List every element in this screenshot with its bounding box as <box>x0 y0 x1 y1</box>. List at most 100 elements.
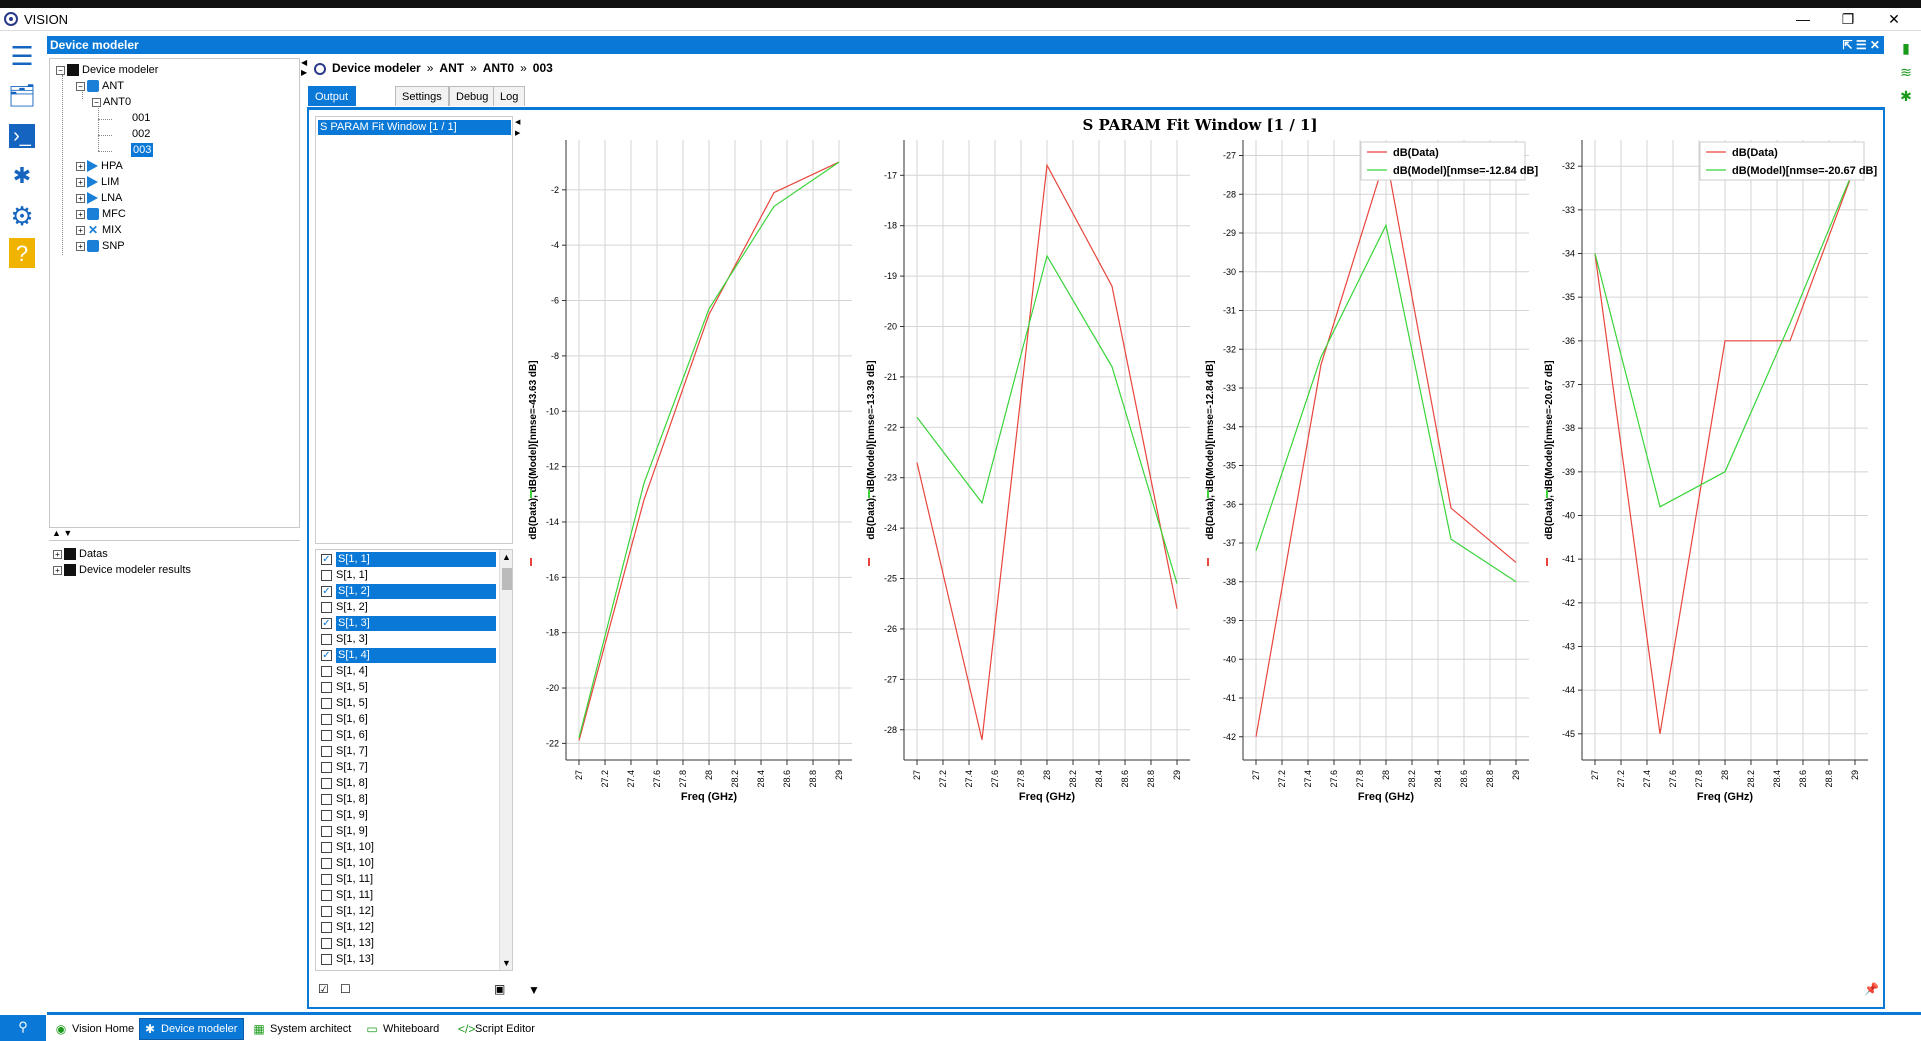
sparam-row[interactable]: S[1, 5] <box>318 696 496 711</box>
tree-node-snp[interactable]: + SNP <box>76 239 125 253</box>
checkbox-unchecked[interactable] <box>321 825 332 837</box>
sparam-row[interactable]: S[1, 13] <box>318 936 496 951</box>
network-icon[interactable]: ≋ <box>1898 64 1914 80</box>
taskbar-device-modeler[interactable]: ✱ Device modeler <box>138 1018 245 1040</box>
sparam-row[interactable]: S[1, 10] <box>318 856 496 871</box>
panel-controls[interactable]: ⇱ ☰ ✕ <box>1842 36 1880 54</box>
taskbar-system-architect[interactable]: ▦ System architect <box>249 1019 357 1039</box>
checkbox-unchecked[interactable] <box>321 729 332 741</box>
taskbar-script-editor[interactable]: </>Script Editor <box>454 1019 541 1039</box>
checkbox-unchecked[interactable] <box>321 665 332 677</box>
checkbox-unchecked[interactable] <box>321 793 332 805</box>
uncheck-all-icon[interactable]: ☐ <box>340 982 351 996</box>
clipboard-icon[interactable]: ▣ <box>494 982 505 996</box>
tab-log[interactable]: Log <box>493 86 526 106</box>
sparam-row[interactable]: S[1, 6] <box>318 712 496 727</box>
minimize-button[interactable]: — <box>1783 9 1823 29</box>
checkbox-unchecked[interactable] <box>321 953 332 965</box>
tree-node-002[interactable]: 002 <box>132 127 150 141</box>
close-button[interactable]: ✕ <box>1874 9 1914 29</box>
taskbar-whiteboard[interactable]: ▭ Whiteboard <box>362 1019 445 1039</box>
pin-icon[interactable]: 📌 <box>1864 982 1879 996</box>
breadcrumb-ant[interactable]: ANT <box>439 61 464 75</box>
checkbox-unchecked[interactable] <box>321 761 332 773</box>
tree-node-mix[interactable]: + ✕ MIX <box>76 223 122 237</box>
sparam-row[interactable]: S[1, 9] <box>318 808 496 823</box>
tab-output-graphs[interactable]: Output graphs <box>308 86 356 123</box>
menu-icon[interactable]: ☰ <box>6 40 38 72</box>
checkbox-unchecked[interactable] <box>321 681 332 693</box>
checkbox-unchecked[interactable] <box>321 601 332 613</box>
tree-node-003[interactable]: 003 <box>131 143 154 157</box>
tree-node-mfc[interactable]: + MFC <box>76 207 126 221</box>
tree-node-001[interactable]: 001 <box>132 111 150 125</box>
breadcrumb-003[interactable]: 003 <box>533 61 553 75</box>
tab-debug[interactable]: Debug <box>449 86 496 106</box>
checkbox-unchecked[interactable] <box>321 713 332 725</box>
sparam-row[interactable]: S[1, 5] <box>318 680 496 695</box>
checkbox-checked[interactable]: ✓ <box>321 553 332 565</box>
tree-node-lna[interactable]: + LNA <box>76 191 122 205</box>
tree-node-datas[interactable]: + Datas <box>53 547 108 561</box>
tree-node-lim[interactable]: + LIM <box>76 175 119 189</box>
checkbox-unchecked[interactable] <box>321 889 332 901</box>
chip-icon[interactable]: ✱ <box>1898 88 1914 104</box>
collapse-handle-icon[interactable]: ◀ ▶ <box>301 58 307 78</box>
breadcrumb-ant0[interactable]: ANT0 <box>483 61 514 75</box>
checkbox-unchecked[interactable] <box>321 921 332 933</box>
checkbox-unchecked[interactable] <box>321 777 332 789</box>
checkbox-unchecked[interactable] <box>321 905 332 917</box>
sparam-row[interactable]: S[1, 8] <box>318 776 496 791</box>
sparam-row[interactable]: S[1, 11] <box>318 888 496 903</box>
scroll-down-icon[interactable]: ▼ <box>502 958 511 968</box>
tab-settings[interactable]: Settings <box>395 86 449 106</box>
checkbox-unchecked[interactable] <box>321 569 332 581</box>
battery-icon[interactable]: ▮ <box>1898 40 1914 56</box>
sparam-row[interactable]: S[1, 9] <box>318 824 496 839</box>
sparam-row[interactable]: S[1, 7] <box>318 760 496 775</box>
splitter-arrows-icon[interactable]: ▲ ▼ <box>52 528 72 538</box>
taskbar-vision-home[interactable]: ◉ Vision Home <box>51 1019 140 1039</box>
checkbox-unchecked[interactable] <box>321 633 332 645</box>
sparam-row[interactable]: S[1, 10] <box>318 840 496 855</box>
sparam-row[interactable]: ✓ S[1, 2] <box>318 584 496 599</box>
sparam-row[interactable]: S[1, 13] <box>318 952 496 967</box>
tree-node-ant0[interactable]: − ANT0 <box>92 95 131 109</box>
checkbox-checked[interactable]: ✓ <box>321 617 332 629</box>
scroll-up-icon[interactable]: ▲ <box>502 552 511 562</box>
help-icon[interactable]: ? <box>9 238 35 268</box>
sparam-row[interactable]: ✓ S[1, 4] <box>318 648 496 663</box>
sparam-row[interactable]: S[1, 12] <box>318 904 496 919</box>
sparam-row[interactable]: S[1, 12] <box>318 920 496 935</box>
checkbox-unchecked[interactable] <box>321 745 332 757</box>
check-all-icon[interactable]: ☑ <box>318 982 329 996</box>
checkbox-unchecked[interactable] <box>321 809 332 821</box>
sparam-row[interactable]: S[1, 7] <box>318 744 496 759</box>
scrollbar[interactable]: ▲ ▼ <box>499 550 512 970</box>
sparam-row[interactable]: S[1, 2] <box>318 600 496 615</box>
sparam-row[interactable]: S[1, 3] <box>318 632 496 647</box>
tree-node-ant[interactable]: − ANT <box>76 79 124 93</box>
checkbox-checked[interactable]: ✓ <box>321 585 332 597</box>
checkbox-unchecked[interactable] <box>321 841 332 853</box>
checkbox-unchecked[interactable] <box>321 697 332 709</box>
sparam-row[interactable]: ✓ S[1, 1] <box>318 552 496 567</box>
sparam-row[interactable]: S[1, 1] <box>318 568 496 583</box>
sparam-row[interactable]: S[1, 11] <box>318 872 496 887</box>
terminal-icon[interactable]: ›_ <box>9 124 35 148</box>
window-list-item[interactable]: S PARAM Fit Window [1 / 1] <box>318 120 511 135</box>
bug-icon[interactable]: ✱ <box>6 160 38 192</box>
gear-icon[interactable]: ⚙ <box>6 200 38 232</box>
maximize-button[interactable]: ❐ <box>1828 9 1868 29</box>
breadcrumb-device-modeler[interactable]: Device modeler <box>332 61 421 75</box>
sparam-row[interactable]: S[1, 6] <box>318 728 496 743</box>
checkbox-unchecked[interactable] <box>321 937 332 949</box>
sparam-row[interactable]: ✓ S[1, 3] <box>318 616 496 631</box>
sparam-row[interactable]: S[1, 4] <box>318 664 496 679</box>
checkbox-checked[interactable]: ✓ <box>321 649 332 661</box>
folder-icon[interactable]: 🗂 <box>6 80 38 112</box>
checkbox-unchecked[interactable] <box>321 873 332 885</box>
tree-node-device-modeler[interactable]: − Device modeler <box>56 63 158 77</box>
filter-icon[interactable]: ▼ <box>528 983 540 997</box>
pin-icon[interactable]: ⚲ <box>0 1015 46 1041</box>
